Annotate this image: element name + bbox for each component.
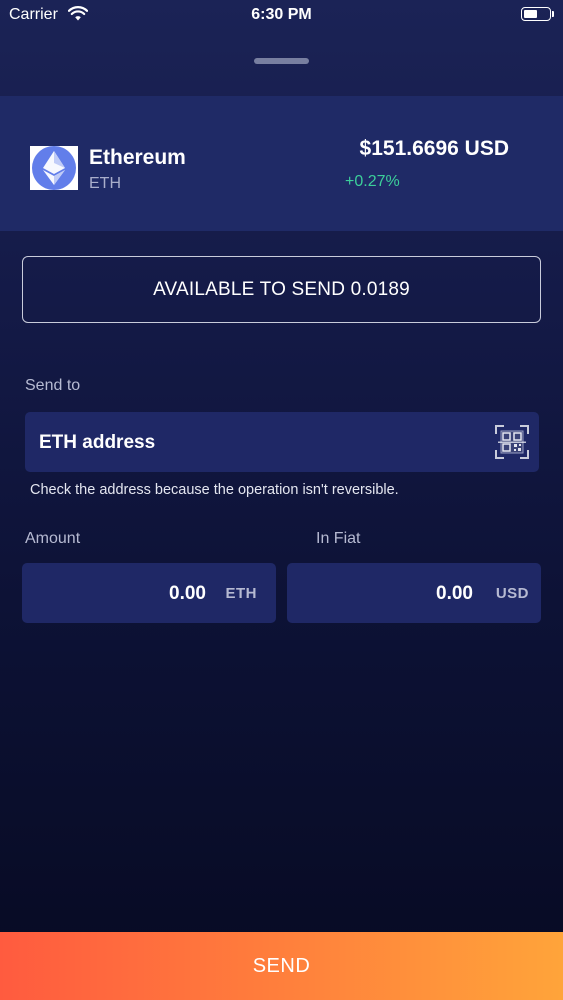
coin-symbol: ETH xyxy=(89,175,121,192)
status-bar: Carrier 6:30 PM xyxy=(0,0,563,30)
address-input[interactable]: ETH address xyxy=(25,412,539,472)
fiat-input[interactable]: 0.00 USD xyxy=(287,563,541,623)
status-time: 6:30 PM xyxy=(251,6,312,23)
amount-label: Amount xyxy=(25,530,81,547)
coin-name: Ethereum xyxy=(89,146,186,169)
available-to-send-button[interactable]: AVAILABLE TO SEND 0.0189 xyxy=(22,256,541,323)
sheet-grabber-handle[interactable] xyxy=(254,58,309,64)
send-to-label: Send to xyxy=(25,377,81,394)
send-button[interactable]: SEND xyxy=(0,932,563,1000)
address-input-placeholder: ETH address xyxy=(39,432,156,453)
address-hint-text: Check the address because the operation … xyxy=(30,482,399,498)
amount-unit: ETH xyxy=(225,585,257,602)
qr-scan-icon[interactable] xyxy=(495,425,529,459)
amount-value: 0.00 xyxy=(169,583,206,604)
coin-price-change: +0.27% xyxy=(345,173,400,190)
ethereum-logo-icon xyxy=(30,146,78,190)
fiat-unit: USD xyxy=(495,585,529,602)
fiat-label: In Fiat xyxy=(316,530,361,547)
battery-icon xyxy=(521,7,554,21)
coin-header: Ethereum ETH $151.6696 USD +0.27% xyxy=(0,96,563,231)
fiat-value: 0.00 xyxy=(436,583,473,604)
coin-price: $151.6696 USD xyxy=(359,137,509,160)
amount-input[interactable]: 0.00 ETH xyxy=(22,563,276,623)
